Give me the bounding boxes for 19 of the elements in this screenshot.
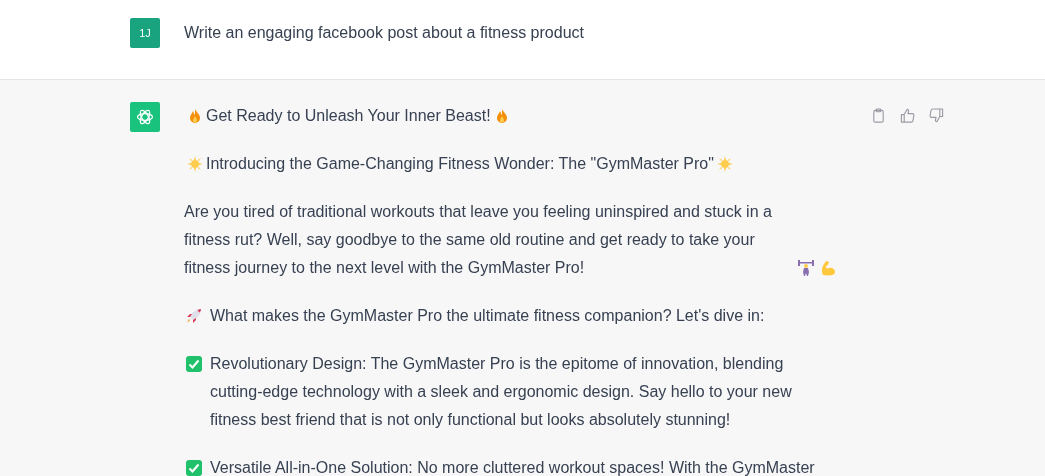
post-question: What makes the GymMaster Pro the ultimate fitness companion? Let's dive in: — [210, 306, 765, 326]
post-headline: Get Ready to Unleash Your Inner Beast! — [206, 106, 491, 126]
feature-paragraph: Versatile All-in-One Solution: No more cluttered workout spaces! With the GymMaster — [210, 458, 815, 476]
sun-icon — [716, 156, 733, 172]
flexed-arm-icon — [820, 260, 836, 276]
user-message: Write an engaging facebook post about a fitness product — [184, 23, 584, 42]
post-paragraph: Are you tired of traditional workouts that leave you feeling uninspired and stuck in a fitness rut? Well, say goodbye to the same old routine and get ready to take your fitness journey to the next level with the GymMaster Pro! — [184, 202, 773, 278]
thumbs-up-icon[interactable] — [900, 108, 915, 123]
thumbs-down-icon[interactable] — [929, 108, 944, 123]
assistant-avatar — [130, 102, 160, 132]
user-avatar: 1J — [130, 17, 160, 48]
weightlifter-icon — [798, 260, 814, 276]
post-intro: Introducing the Game-Changing Fitness Wonder: The "GymMaster Pro" — [206, 154, 714, 174]
checkmark-icon — [186, 356, 202, 372]
fire-icon — [187, 108, 203, 124]
feature-paragraph: Revolutionary Design: The GymMaster Pro is the epitome of innovation, blending cutting-edge technology with a sleek and ergonomic design. Say hello to your new fitness best friend that is not only functional but looks absolutely stunning! — [210, 354, 793, 430]
rocket-icon — [186, 308, 202, 324]
clipboard-icon[interactable] — [871, 108, 886, 123]
sun-icon — [187, 156, 203, 172]
